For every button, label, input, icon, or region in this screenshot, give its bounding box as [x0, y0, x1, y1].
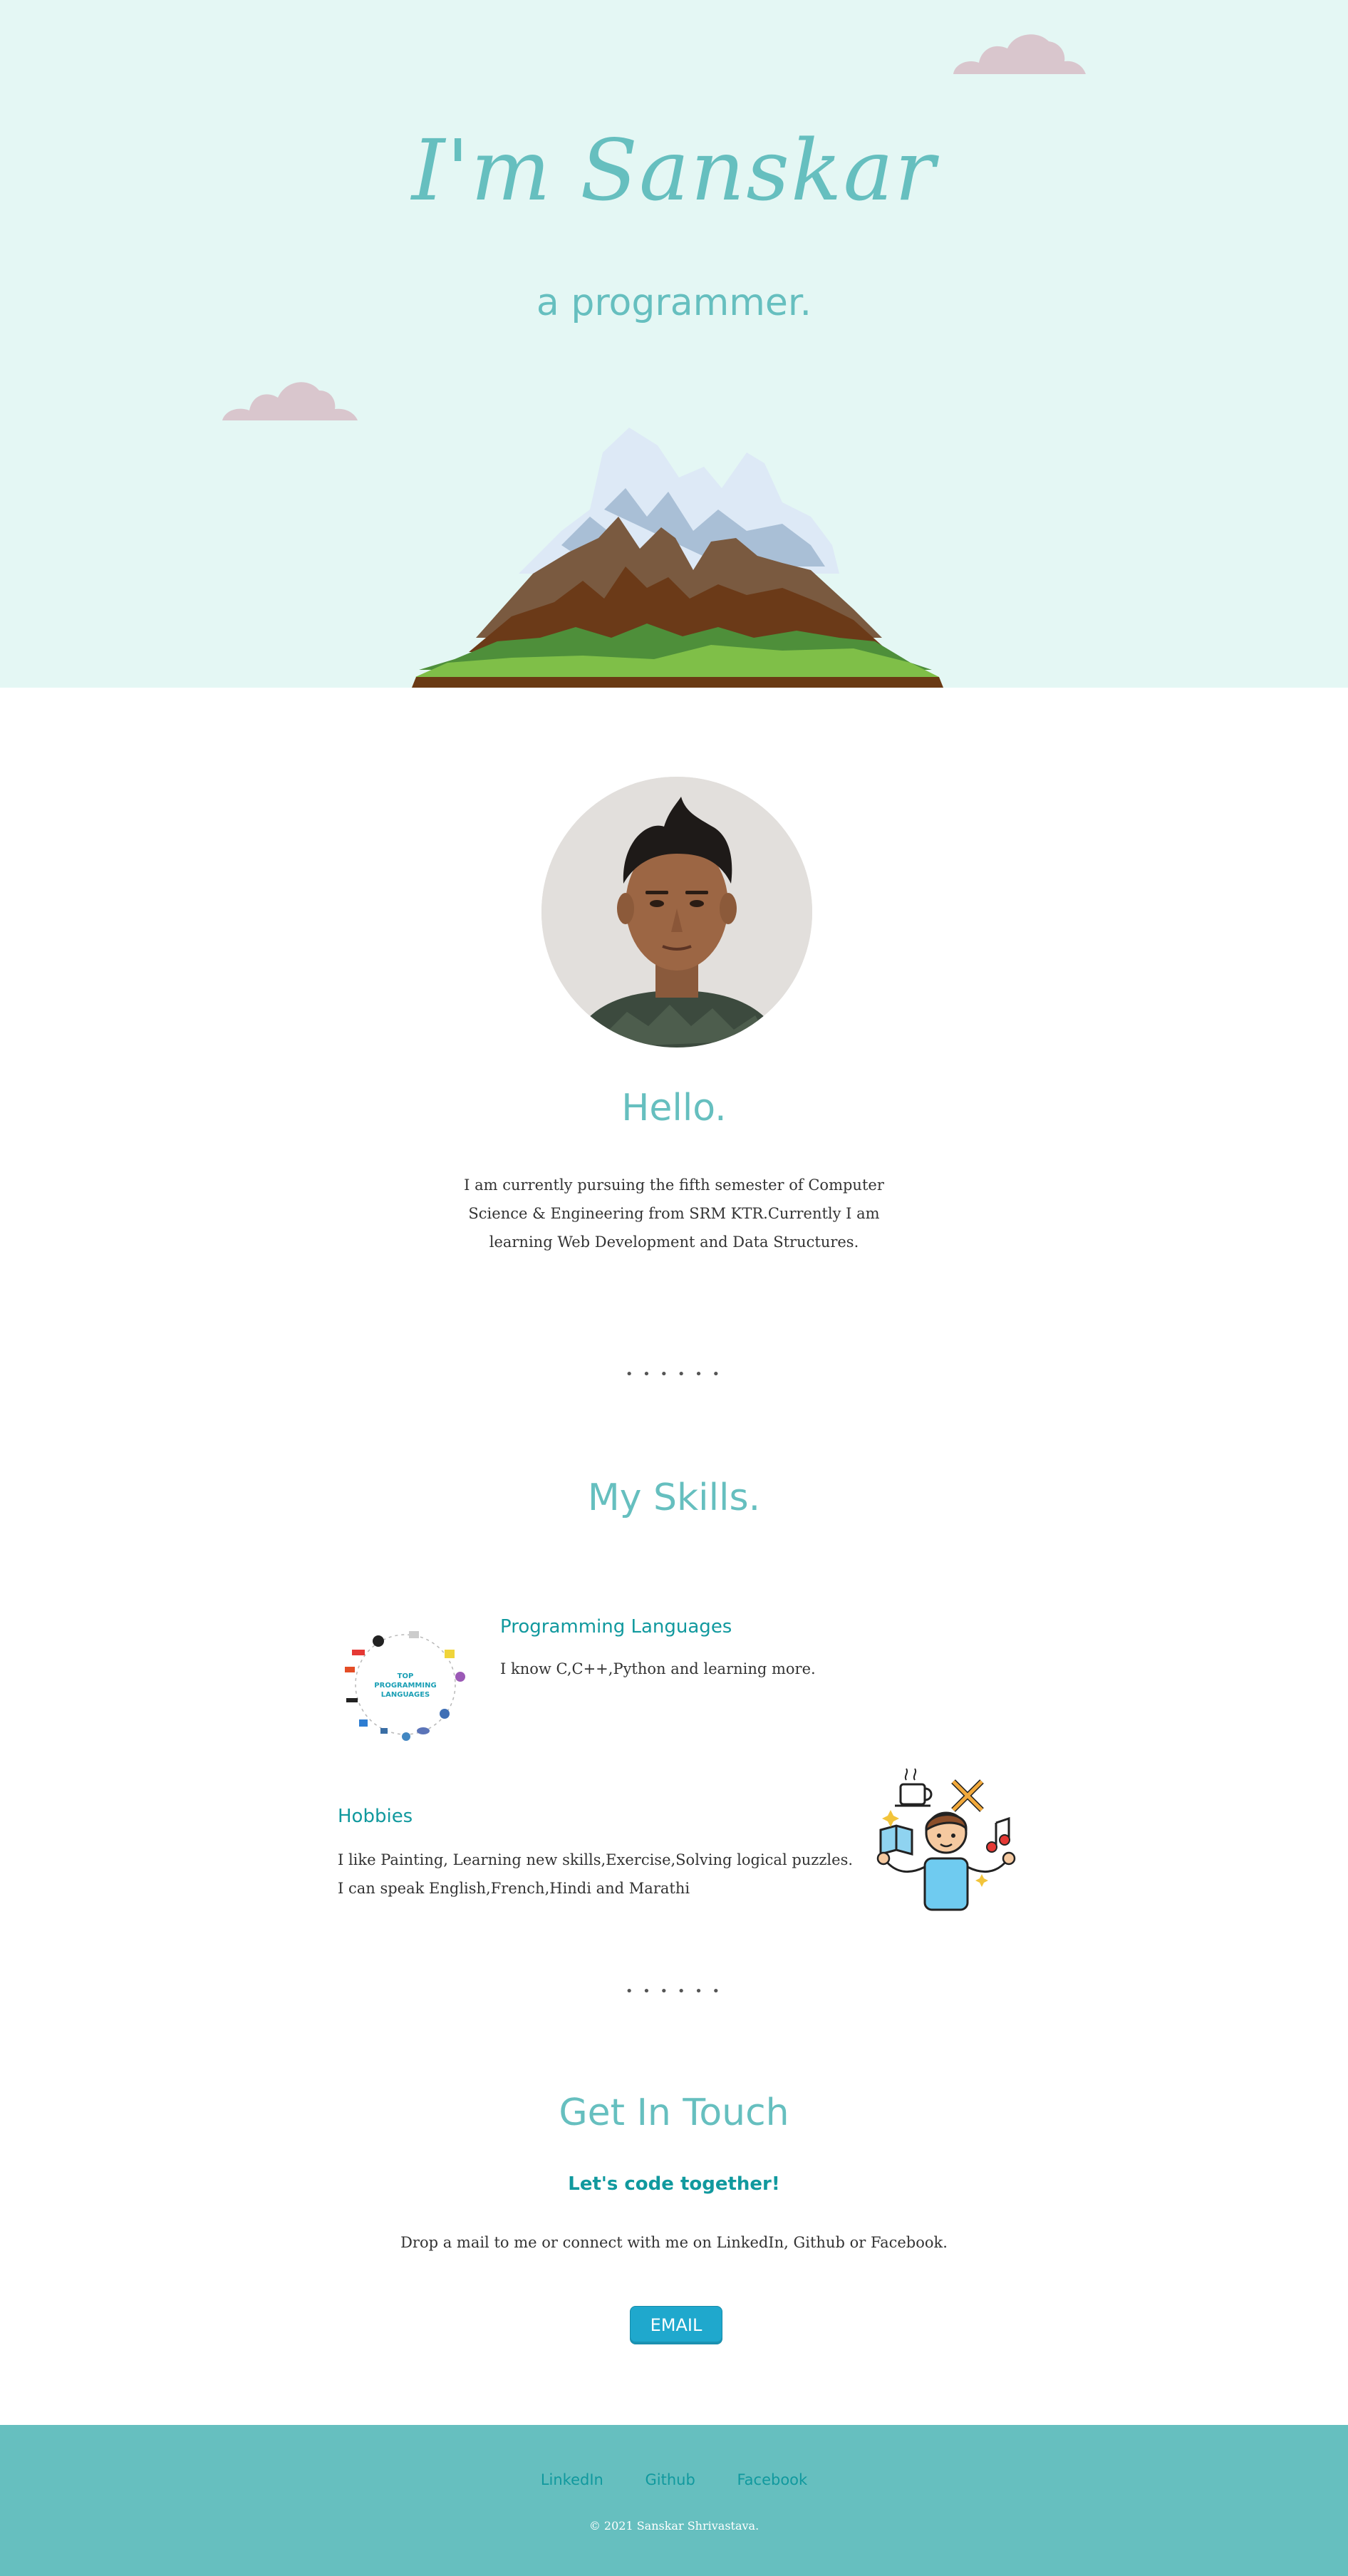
- person-icon: [541, 777, 812, 1048]
- svg-text:PROGRAMMING: PROGRAMMING: [374, 1682, 436, 1690]
- skill-text: I like Painting, Learning new skills,Exe…: [338, 1851, 854, 1897]
- section-divider: • • • • • •: [625, 1367, 723, 1382]
- footer-links: LinkedIn Github Facebook: [0, 2471, 1348, 2488]
- about-intro: I am currently pursuing the fifth semest…: [464, 1176, 884, 1251]
- svg-text:TOP: TOP: [398, 1672, 414, 1680]
- programming-languages-image: TOP PROGRAMMING LANGUAGES: [338, 1621, 473, 1748]
- contact-subheading: Let's code together!: [568, 2173, 780, 2195]
- svg-text:LANGUAGES: LANGUAGES: [381, 1691, 430, 1699]
- hero-subtitle: a programmer.: [536, 281, 812, 324]
- skill-title: Programming Languages: [500, 1616, 732, 1638]
- mountain-illustration: [412, 428, 943, 688]
- copyright: © 2021 Sanskar Shrivastava.: [589, 2519, 759, 2533]
- profile-photo: [541, 777, 812, 1048]
- skill-title: Hobbies: [338, 1806, 413, 1827]
- footer: LinkedIn Github Facebook © 2021 Sanskar …: [0, 2425, 1348, 2576]
- cloud-icon: [222, 382, 358, 420]
- cloud-icon: [953, 34, 1086, 74]
- footer-link-linkedin[interactable]: LinkedIn: [541, 2471, 603, 2488]
- hobbies-image: [876, 1768, 1016, 1911]
- section-divider: • • • • • •: [625, 1984, 723, 1999]
- contact-heading: Get In Touch: [559, 2091, 789, 2134]
- about-heading: Hello.: [621, 1087, 727, 1129]
- skill-text: I know C,C++,Python and learning more.: [500, 1660, 816, 1677]
- skills-heading: My Skills.: [587, 1476, 761, 1519]
- hero-title: I'm Sanskar: [411, 121, 937, 219]
- hero-section: I'm Sanskar a programmer.: [0, 0, 1348, 688]
- contact-text: Drop a mail to me or connect with me on …: [400, 2234, 948, 2251]
- footer-link-facebook[interactable]: Facebook: [737, 2471, 808, 2488]
- email-button[interactable]: EMAIL: [630, 2306, 722, 2344]
- footer-link-github[interactable]: Github: [646, 2471, 695, 2488]
